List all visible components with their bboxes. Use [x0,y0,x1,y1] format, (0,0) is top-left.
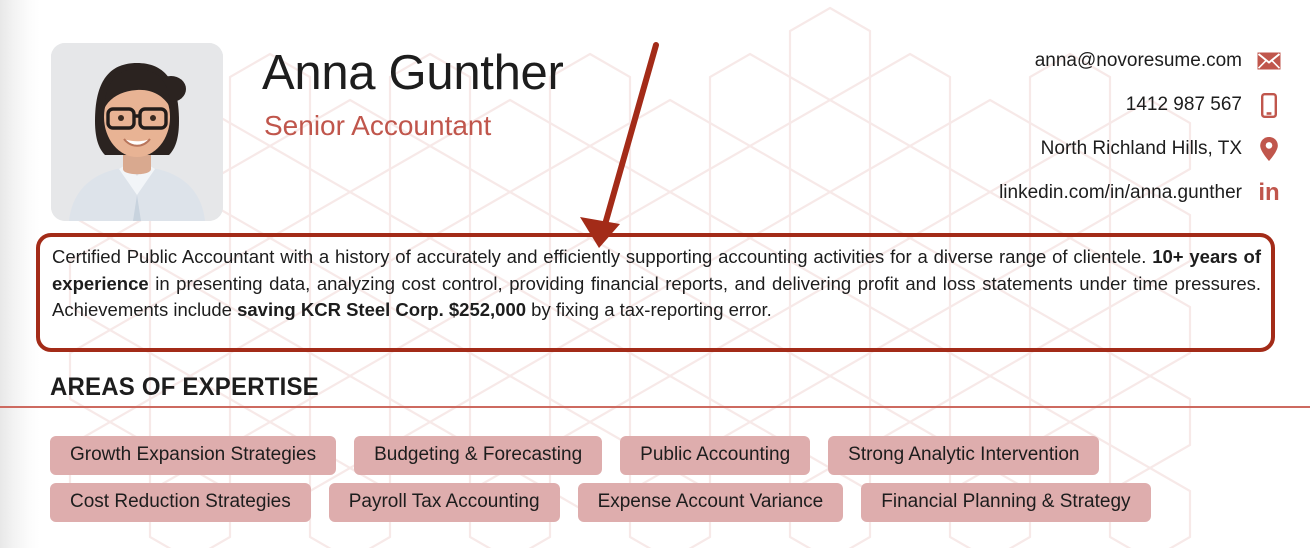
summary-highlight-savings: saving KCR Steel Corp. $252,000 [237,299,527,320]
tag-row: Cost Reduction Strategies Payroll Tax Ac… [50,483,1280,522]
contact-item-location[interactable]: North Richland Hills, TX [762,131,1282,167]
envelope-icon [1256,52,1282,70]
linkedin-icon: in [1258,179,1280,206]
summary-paragraph: Certified Public Accountant with a histo… [52,244,1261,324]
phone-icon [1256,92,1282,118]
phone-text: 1412 987 567 [1125,94,1242,115]
section-divider [0,406,1310,408]
skill-tag[interactable]: Cost Reduction Strategies [50,483,311,522]
job-title: Senior Accountant [264,110,492,141]
resume-header: Anna Gunther Senior Accountant anna@novo… [0,0,1310,225]
resume-page: Anna Gunther Senior Accountant anna@novo… [0,0,1310,548]
skill-tag[interactable]: Financial Planning & Strategy [861,483,1151,522]
location-text: North Richland Hills, TX [1040,138,1242,159]
email-text: anna@novoresume.com [1034,50,1242,71]
expertise-tag-list: Growth Expansion Strategies Budgeting & … [50,436,1280,530]
portrait-illustration [51,43,223,221]
skill-tag[interactable]: Public Accounting [620,436,811,475]
skill-tag[interactable]: Expense Account Variance [577,483,844,522]
summary-part-3: by fixing a tax-reporting error. [526,299,772,320]
contact-item-phone[interactable]: 1412 987 567 [762,87,1282,123]
linkedin-text: linkedin.com/in/anna.gunther [999,182,1242,203]
avatar [51,43,223,221]
tag-row: Growth Expansion Strategies Budgeting & … [50,436,1280,475]
location-pin-icon [1256,136,1282,162]
section-heading-expertise: AREAS OF EXPERTISE [50,373,319,401]
contact-item-email[interactable]: anna@novoresume.com [762,43,1282,79]
page-title: Anna Gunther [262,46,564,100]
contact-list: anna@novoresume.com 1412 987 567 North R… [762,43,1282,219]
summary-part-1: Certified Public Accountant with a histo… [52,246,1153,267]
skill-tag[interactable]: Strong Analytic Intervention [828,436,1100,475]
skill-tag[interactable]: Budgeting & Forecasting [354,436,603,475]
skill-tag[interactable]: Payroll Tax Accounting [328,483,560,522]
contact-item-linkedin[interactable]: linkedin.com/in/anna.gunther in [762,175,1282,211]
skill-tag[interactable]: Growth Expansion Strategies [50,436,337,475]
